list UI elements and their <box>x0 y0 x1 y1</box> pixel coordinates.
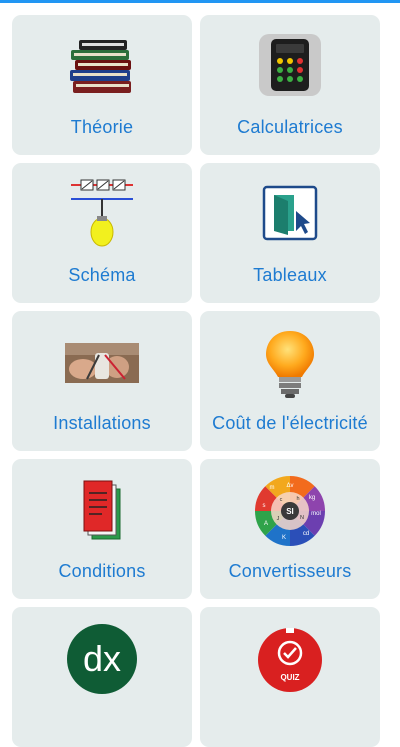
tile-label: Théorie <box>70 117 134 137</box>
wheel-unit: Δv <box>286 483 293 489</box>
circuit-bulb-icon <box>71 179 133 247</box>
tile-conditions[interactable]: Conditions <box>12 459 192 599</box>
dx-icon: dx <box>67 624 137 694</box>
wheel-unit: J <box>277 516 280 522</box>
tile-label: Tableaux <box>253 265 327 285</box>
si-text: SI <box>286 507 294 516</box>
menu-grid: Théorie Calculatrices Schéma Tableaux In… <box>0 0 400 747</box>
si-units-wheel-icon: SI Δv kg mol cd K A s m h c N J <box>255 476 325 546</box>
tile-quiz[interactable]: QUIZ <box>200 607 380 747</box>
door-cursor-icon <box>262 185 318 241</box>
quiz-text: QUIZ <box>280 673 299 682</box>
wheel-unit: h <box>296 496 299 502</box>
tile-label: Installations <box>53 413 151 433</box>
wheel-unit: s <box>263 503 266 509</box>
tile-cout-electricite[interactable]: Coût de l'électricité <box>200 311 380 451</box>
documents-icon <box>83 480 121 540</box>
tile-dx[interactable]: dx <box>12 607 192 747</box>
wheel-unit: A <box>264 521 268 527</box>
tile-schema[interactable]: Schéma <box>12 163 192 303</box>
tile-tableaux[interactable]: Tableaux <box>200 163 380 303</box>
wheel-unit: K <box>282 535 286 541</box>
tile-calculatrices[interactable]: Calculatrices <box>200 15 380 155</box>
tile-convertisseurs[interactable]: SI Δv kg mol cd K A s m h c N J Converti… <box>200 459 380 599</box>
tile-label: Calculatrices <box>237 117 343 137</box>
wheel-unit: m <box>270 485 275 491</box>
tile-label: Schéma <box>68 265 136 285</box>
tile-theorie[interactable]: Théorie <box>12 15 192 155</box>
tile-label: Conditions <box>58 561 146 581</box>
lightbulb-icon <box>266 331 314 398</box>
wiring-photo-icon <box>65 343 139 383</box>
wheel-unit: N <box>300 515 304 521</box>
calculator-icon <box>259 34 321 96</box>
quiz-timer-icon: QUIZ <box>258 628 322 692</box>
tile-label: Convertisseurs <box>228 561 352 581</box>
wheel-unit: mol <box>311 511 321 517</box>
dx-text: dx <box>83 638 121 679</box>
wheel-unit: c <box>280 497 283 503</box>
books-icon <box>70 40 131 93</box>
wheel-unit: kg <box>309 495 315 501</box>
tile-installations[interactable]: Installations <box>12 311 192 451</box>
wheel-unit: cd <box>303 531 309 537</box>
tile-label: Coût de l'électricité <box>212 413 368 433</box>
